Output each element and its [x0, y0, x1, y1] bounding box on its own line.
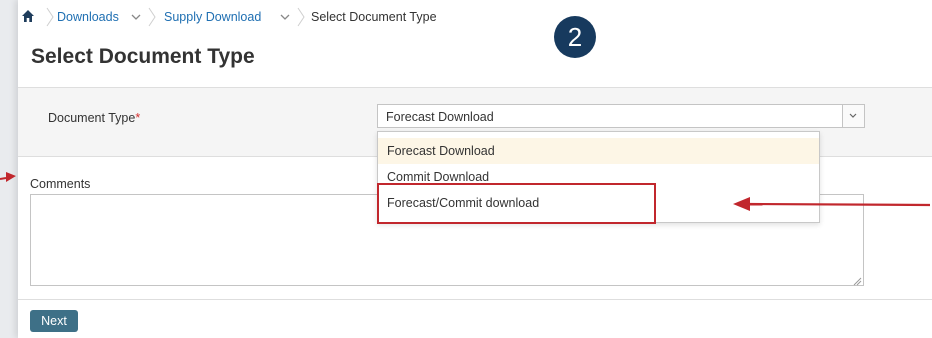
next-button[interactable]: Next	[30, 310, 78, 332]
option-label: Forecast Download	[387, 144, 495, 158]
breadcrumb: Downloads Supply Download Select Documen…	[18, 0, 932, 34]
comments-label: Comments	[30, 177, 91, 191]
breadcrumb-supply-download[interactable]: Supply Download	[164, 10, 261, 24]
form-divider	[18, 299, 932, 300]
document-type-selected-value: Forecast Download	[386, 110, 494, 124]
highlight-box	[377, 183, 656, 224]
page-title: Select Document Type	[31, 45, 255, 68]
required-marker: *	[135, 111, 141, 125]
home-icon[interactable]	[21, 9, 35, 23]
breadcrumb-separator	[148, 7, 156, 27]
arrow-right-icon	[0, 172, 16, 182]
breadcrumb-current: Select Document Type	[311, 10, 437, 24]
option-label: Commit Download	[387, 170, 490, 184]
chevron-down-icon[interactable]	[280, 13, 290, 21]
breadcrumb-separator	[297, 7, 305, 27]
document-type-label-text: Document Type	[48, 111, 136, 125]
document-type-label: Document Type*	[48, 111, 140, 125]
document-type-dropdown-button[interactable]	[842, 105, 864, 127]
breadcrumb-downloads[interactable]: Downloads	[57, 10, 119, 24]
breadcrumb-separator	[46, 7, 54, 27]
chevron-down-icon[interactable]	[131, 13, 141, 21]
document-type-select[interactable]: Forecast Download	[377, 104, 865, 128]
resize-grip-icon[interactable]	[852, 276, 862, 286]
dropdown-option-forecast-download[interactable]: Forecast Download	[378, 138, 819, 164]
chevron-down-icon	[849, 113, 857, 118]
step-number-badge: 2	[554, 16, 596, 58]
